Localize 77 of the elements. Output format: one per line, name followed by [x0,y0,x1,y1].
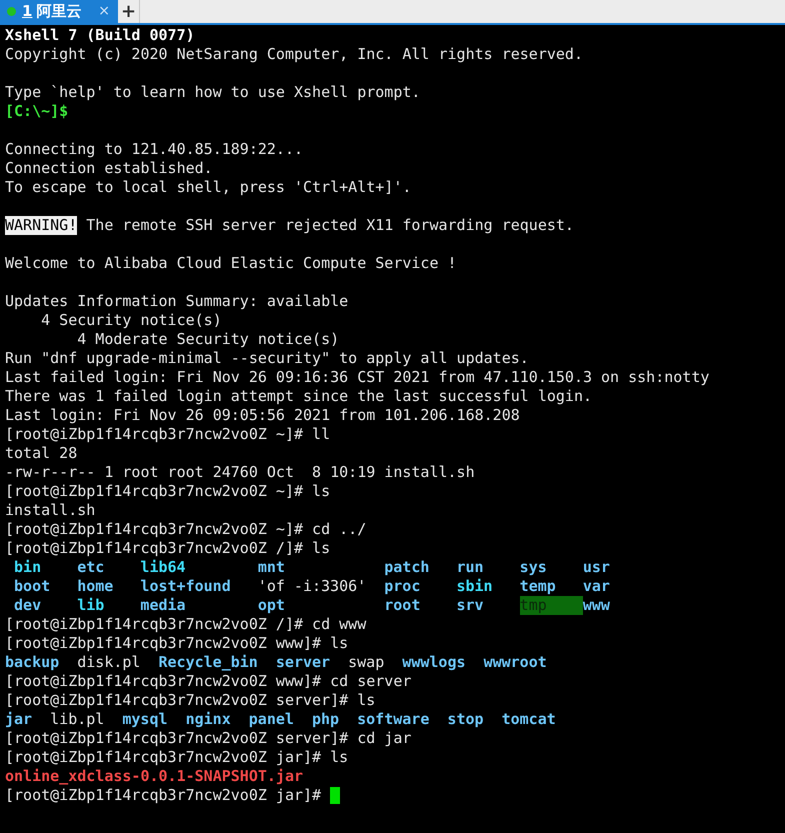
directory-name: mnt [258,558,286,577]
directory-name: lost+found [140,577,232,596]
terminal-text: [root@iZbp1f14rcqb3r7ncw2vo0Z ~]# ls [5,482,330,501]
tab-number: 1 [22,1,32,22]
directory-name: Recycle_bin [158,653,258,672]
terminal-text: lib.pl [50,710,104,729]
directory-name: boot [14,577,52,596]
terminal-text: 4 Security notice(s) [40,311,222,330]
directory-name: opt [258,596,286,615]
terminal-text: The remote SSH server rejected X11 forwarding request. [85,216,574,235]
warning-label: WARNING! [5,216,78,235]
terminal-text: [root@iZbp1f14rcqb3r7ncw2vo0Z ~]# cd ../ [5,520,366,539]
directory-name: jar [5,710,32,729]
directory-name: proc [384,577,422,596]
session-tab[interactable]: 1 阿里云 × [0,0,118,23]
directory-name: www [582,596,611,615]
directory-name: php [312,710,340,729]
terminal-text: To escape to local shell, press 'Ctrl+Alt+]'. [5,178,412,197]
directory-name: temp [520,577,557,596]
terminal-text: disk.pl [77,653,140,672]
terminal-text: Last failed login: Fri Nov 26 09:16:36 CST 2021 from 47.110.150.3 on ssh:notty [5,368,710,387]
link-name: lib64 [140,558,187,577]
directory-name: var [582,577,611,596]
terminal-text: Type `help' to learn how to use Xshell prompt. [5,83,420,102]
terminal-text: [root@iZbp1f14rcqb3r7ncw2vo0Z www]# cd server [5,672,412,691]
terminal-text: [root@iZbp1f14rcqb3r7ncw2vo0Z /]# cd www [5,615,366,634]
shell-prompt: [C:\~]$ [5,102,68,121]
directory-name: run [456,558,485,577]
terminal-text: Copyright (c) 2020 NetSarang Computer, Inc. All rights reserved. [5,45,583,64]
terminal-text: 4 Moderate Security notice(s) [76,330,340,349]
directory-name: server [276,653,330,672]
directory-name: nginx [186,710,231,729]
terminal-text: Updates Information Summary: available [5,292,348,311]
terminal-text: Last login: Fri Nov 26 09:05:56 2021 from 101.206.168.208 [5,406,520,425]
terminal-text: [root@iZbp1f14rcqb3r7ncw2vo0Z server]# ls [5,691,376,710]
directory-name: patch [384,558,430,577]
directory-name: dev [14,596,42,615]
terminal-text: [root@iZbp1f14rcqb3r7ncw2vo0Z jar]# [5,786,322,805]
directory-name: backup [5,653,60,672]
terminal-text: [root@iZbp1f14rcqb3r7ncw2vo0Z www]# ls [5,634,348,653]
directory-name: home [77,577,114,596]
terminal-text: [root@iZbp1f14rcqb3r7ncw2vo0Z ~]# ll [5,425,330,444]
terminal-text: install.sh [5,501,96,520]
link-name: bin [14,558,42,577]
file-name: online_xdclass-0.0.1-SNAPSHOT.jar [5,767,304,786]
directory-name: tomcat [502,710,556,729]
terminal-text: -rw-r--r-- 1 root root 24760 Oct 8 10:19 install.sh [5,463,475,482]
terminal-text: Run "dnf upgrade-minimal --security" to apply all updates. [5,349,529,368]
directory-name: root [384,596,422,615]
new-tab-button[interactable]: + [118,0,140,23]
terminal-text: total 28 [5,444,78,463]
directory-name: media [140,596,187,615]
directory-name: mysql [122,710,168,729]
terminal-text: Connecting to 121.40.85.189:22... [5,140,304,159]
directory-name: etc [77,558,106,577]
close-button[interactable]: × [98,1,110,22]
tab-label: 阿里云 [36,1,82,22]
directory-name: usr [582,558,611,577]
terminal-text: Welcome to Alibaba Cloud Elastic Compute Service ! [5,254,457,273]
directory-name: panel [248,710,294,729]
directory-name: tmp [520,596,583,615]
terminal-text: [root@iZbp1f14rcqb3r7ncw2vo0Z jar]# ls [5,748,348,767]
terminal-text: There was 1 failed login attempt since the last successful login. [5,387,592,406]
link-name: lib [77,596,106,615]
terminal-text: swap [348,653,384,672]
terminal-text: Connection established. [5,159,213,178]
directory-name: wwwroot [484,653,547,672]
file-name: 'of -i:3306' [258,577,368,596]
terminal-text: [root@iZbp1f14rcqb3r7ncw2vo0Z /]# ls [5,539,330,558]
directory-name: sys [520,558,548,577]
terminal-text: Xshell 7 (Build 0077) [5,26,195,45]
directory-name: stop [447,710,484,729]
terminal-text: [root@iZbp1f14rcqb3r7ncw2vo0Z server]# cd jar [5,729,412,748]
directory-name: wwwlogs [402,653,466,672]
directory-name: software [357,710,430,729]
directory-name: srv [456,596,485,615]
link-name: sbin [456,577,494,596]
